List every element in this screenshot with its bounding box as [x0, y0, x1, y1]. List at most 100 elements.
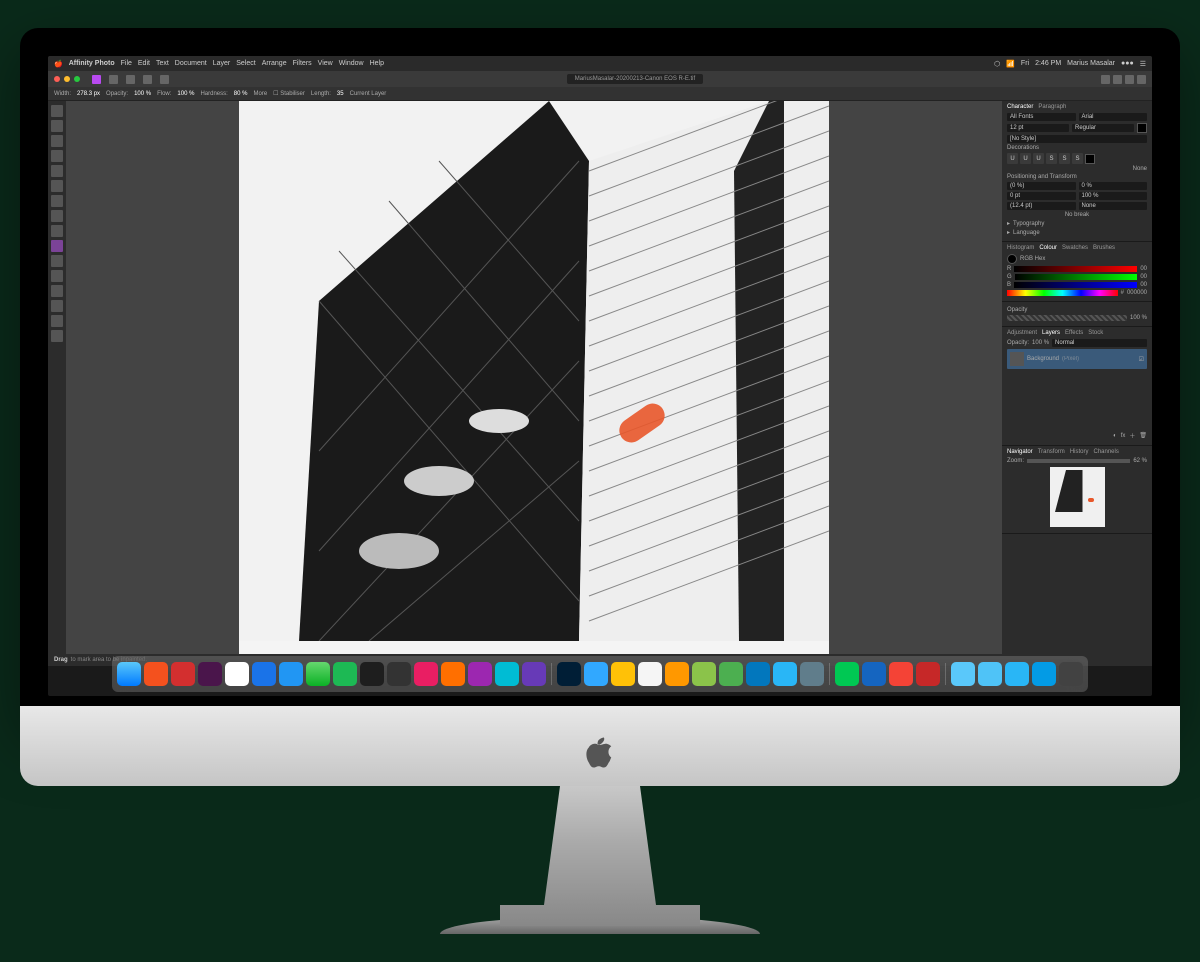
zoom-value[interactable]: 62 % — [1133, 458, 1147, 464]
pen-tool-icon[interactable] — [51, 330, 63, 342]
tab-history[interactable]: History — [1070, 449, 1089, 455]
pos-4[interactable]: 100 % — [1079, 192, 1148, 200]
dock-calendar-icon[interactable] — [225, 662, 249, 686]
menu-layer[interactable]: Layer — [213, 60, 231, 67]
export-persona-icon[interactable] — [160, 75, 169, 84]
pos-6[interactable]: None — [1079, 202, 1148, 210]
erase-tool-icon[interactable] — [51, 285, 63, 297]
dock-app-2-icon[interactable] — [611, 662, 635, 686]
wifi-icon[interactable]: 📶 — [1006, 60, 1015, 68]
red-slider[interactable] — [1014, 266, 1137, 272]
dock-todoist-icon[interactable] — [171, 662, 195, 686]
dodge-tool-icon[interactable] — [51, 255, 63, 267]
minimize-button[interactable] — [64, 76, 70, 82]
dock-clips-icon[interactable] — [414, 662, 438, 686]
menu-text[interactable]: Text — [156, 60, 169, 67]
navigator-thumbnail[interactable] — [1050, 467, 1105, 527]
opacity-value[interactable]: 100 % — [134, 91, 151, 97]
language-section[interactable]: Language — [1013, 230, 1040, 236]
deco-none[interactable]: None — [1133, 166, 1147, 172]
dock-appstore-icon[interactable] — [773, 662, 797, 686]
menu-view[interactable]: View — [318, 60, 333, 67]
inpainting-brush-tool-icon[interactable] — [51, 240, 63, 252]
dock-folder-1-icon[interactable] — [951, 662, 975, 686]
dock-figma-icon[interactable] — [360, 662, 384, 686]
strike-2-button[interactable]: S — [1059, 153, 1070, 164]
underline-3-button[interactable]: U — [1033, 153, 1044, 164]
brush-tool-icon[interactable] — [51, 210, 63, 222]
layer-row[interactable]: Background (Pixel) ☑ — [1007, 349, 1147, 369]
dock-lightroom-icon[interactable] — [584, 662, 608, 686]
stamp-tool-icon[interactable] — [51, 225, 63, 237]
dock-app-1-icon[interactable] — [441, 662, 465, 686]
tab-stock[interactable]: Stock — [1088, 330, 1103, 336]
preferences-icon[interactable] — [1125, 75, 1134, 84]
dock-ia-writer-icon[interactable] — [638, 662, 662, 686]
menu-select[interactable]: Select — [236, 60, 255, 67]
underline-1-button[interactable]: U — [1007, 153, 1018, 164]
hue-slider[interactable] — [1007, 290, 1118, 296]
tab-paragraph[interactable]: Paragraph — [1038, 104, 1066, 110]
canvas-viewport[interactable] — [66, 101, 1002, 654]
clone-tool-icon[interactable] — [51, 270, 63, 282]
tab-adjustment[interactable]: Adjustment — [1007, 330, 1037, 336]
blend-mode-dropdown[interactable]: Normal — [1052, 339, 1147, 347]
dock-app-6-icon[interactable] — [889, 662, 913, 686]
menu-filters[interactable]: Filters — [293, 60, 312, 67]
stabiliser-checkbox[interactable]: Stabiliser — [280, 91, 305, 97]
clock-time[interactable]: 2:46 PM — [1035, 60, 1061, 67]
font-dropdown[interactable]: Arial — [1079, 113, 1148, 121]
dropbox-icon[interactable]: ⬡ — [994, 60, 1000, 68]
mask-icon[interactable]: ◐ — [1113, 433, 1117, 439]
green-slider[interactable] — [1015, 274, 1138, 280]
move-tool-icon[interactable] — [51, 120, 63, 132]
dock-mail-icon[interactable] — [252, 662, 276, 686]
photo-persona-icon[interactable] — [92, 75, 101, 84]
primary-color-swatch[interactable] — [1007, 254, 1017, 264]
pos-3[interactable]: 0 pt — [1007, 192, 1076, 200]
green-value[interactable]: 00 — [1140, 274, 1147, 280]
snap-icon[interactable] — [1101, 75, 1110, 84]
dock-app-3-icon[interactable] — [692, 662, 716, 686]
dock-slack-icon[interactable] — [198, 662, 222, 686]
no-break[interactable]: No break — [1065, 212, 1089, 218]
opacity-slider[interactable] — [1007, 315, 1127, 321]
font-weight-dropdown[interactable]: Regular — [1072, 124, 1134, 132]
font-color-swatch[interactable] — [1137, 123, 1147, 133]
opacity-panel-value[interactable]: 100 % — [1130, 315, 1147, 321]
crop-tool-icon[interactable] — [51, 150, 63, 162]
selection-brush-tool-icon[interactable] — [51, 165, 63, 177]
width-value[interactable]: 278.3 px — [77, 91, 100, 97]
tab-layers[interactable]: Layers — [1042, 330, 1060, 336]
strike-3-button[interactable]: S — [1072, 153, 1083, 164]
current-layer-dropdown[interactable]: Current Layer — [350, 91, 387, 97]
menu-help[interactable]: Help — [370, 60, 384, 67]
tab-brushes[interactable]: Brushes — [1093, 245, 1115, 251]
dock-folder-2-icon[interactable] — [978, 662, 1002, 686]
menu-file[interactable]: File — [121, 60, 132, 67]
dock-settings-icon[interactable] — [800, 662, 824, 686]
text-tool-icon[interactable] — [51, 315, 63, 327]
blue-value[interactable]: 00 — [1140, 282, 1147, 288]
delete-layer-icon[interactable]: 🗑 — [1139, 432, 1147, 439]
style-dropdown[interactable]: [No Style] — [1007, 135, 1147, 143]
hand-tool-icon[interactable] — [51, 105, 63, 117]
close-button[interactable] — [54, 76, 60, 82]
dock-app-5-icon[interactable] — [862, 662, 886, 686]
menu-edit[interactable]: Edit — [138, 60, 150, 67]
underline-2-button[interactable]: U — [1020, 153, 1031, 164]
dock-brave-icon[interactable] — [144, 662, 168, 686]
develop-persona-icon[interactable] — [126, 75, 135, 84]
menu-arrange[interactable]: Arrange — [262, 60, 287, 67]
tab-navigator[interactable]: Navigator — [1007, 449, 1033, 455]
color-picker-tool-icon[interactable] — [51, 135, 63, 147]
layer-visible-checkbox[interactable]: ☑ — [1139, 356, 1144, 363]
user-name[interactable]: Marius Masalar — [1067, 60, 1115, 67]
pos-1[interactable]: (0 %) — [1007, 182, 1076, 190]
blue-slider[interactable] — [1014, 282, 1137, 288]
deco-color-swatch[interactable] — [1085, 154, 1095, 164]
flood-tool-icon[interactable] — [51, 195, 63, 207]
dock-1password-icon[interactable] — [746, 662, 770, 686]
document-canvas[interactable] — [239, 101, 829, 654]
pos-5[interactable]: (12.4 pt) — [1007, 202, 1076, 210]
